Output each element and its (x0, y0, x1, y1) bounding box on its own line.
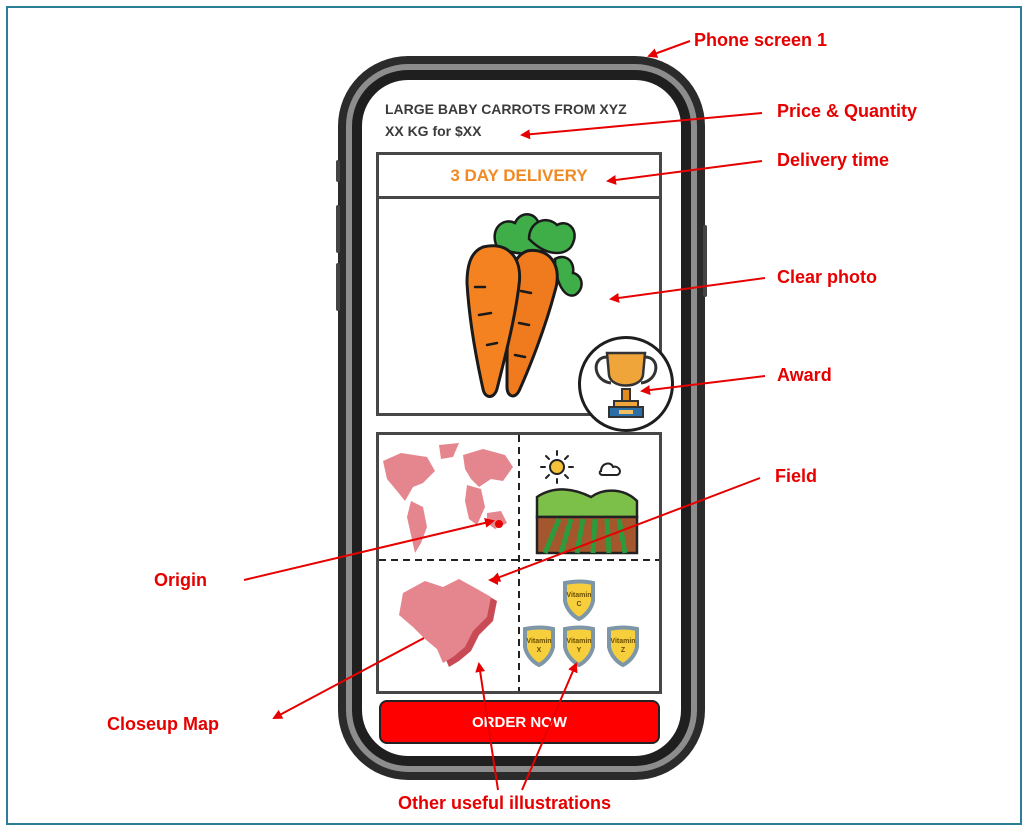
arrow-price-quantity (520, 112, 763, 140)
arrow-illustration-vitamins (521, 662, 578, 791)
label-award: Award (777, 365, 832, 385)
arrow-delivery-time (606, 160, 763, 185)
arrow-clear-photo (609, 277, 766, 303)
arrow-phone-screen (647, 40, 691, 58)
label-closeup-map: Closeup Map (107, 714, 220, 734)
label-clear-photo: Clear photo (777, 267, 878, 287)
label-price-quantity: Price & Quantity (777, 101, 918, 121)
label-other-illustrations: Other useful illustrations (398, 793, 612, 813)
label-delivery-time: Delivery time (777, 150, 890, 170)
arrow-field-1 (490, 477, 761, 582)
label-field: Field (775, 466, 818, 486)
label-phone-screen: Phone screen 1 (694, 30, 828, 50)
arrow-closeup-map (272, 637, 425, 719)
arrow-award (640, 375, 766, 395)
label-origin: Origin (154, 570, 207, 590)
annotation-arrows (243, 40, 766, 791)
arrow-illustration-map (475, 662, 499, 791)
arrow-origin (243, 517, 495, 581)
